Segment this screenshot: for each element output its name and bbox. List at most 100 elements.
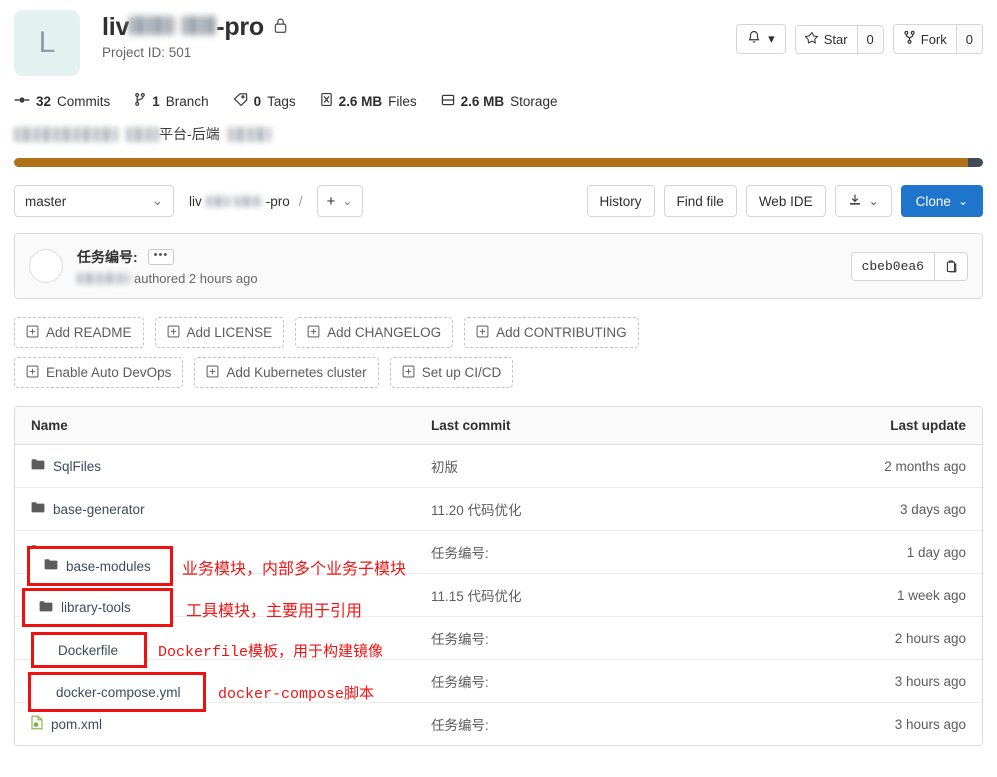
fork-button-group[interactable]: Fork 0 — [892, 24, 983, 54]
add-license-button[interactable]: Add LICENSE — [154, 317, 285, 348]
table-row[interactable]: base-generator 11.20 代码优化 3 days ago — [15, 487, 982, 531]
row-last-update: 1 day ago — [805, 530, 982, 574]
folder-icon — [39, 600, 53, 616]
stat-commits-label: Commits — [57, 93, 111, 109]
plus-icon: + — [326, 192, 336, 210]
row-last-commit: 任务编号: — [415, 702, 805, 745]
stat-files-label: Files — [388, 93, 417, 109]
redacted-project-name-part-1 — [129, 16, 176, 35]
fork-label: Fork — [920, 31, 947, 47]
repo-toolbar: master ⌄ liv -pro / + ⌄ History Find fil… — [0, 167, 997, 217]
history-button[interactable]: History — [586, 185, 655, 217]
annotation-box-base-modules: base-modules — [27, 546, 173, 586]
web-ide-button[interactable]: Web IDE — [745, 185, 826, 217]
row-last-commit: 任务编号: — [415, 659, 805, 703]
annotated-file-name-base-modules: base-modules — [44, 558, 151, 574]
lock-icon — [273, 17, 288, 39]
annotation-box-library-tools: library-tools — [22, 588, 173, 627]
commit-icon — [14, 93, 30, 110]
fork-button[interactable]: Fork — [893, 25, 956, 53]
branch-selector[interactable]: master ⌄ — [14, 185, 174, 217]
redacted-breadcrumb-part-2 — [233, 195, 262, 207]
project-name-suffix: -pro — [216, 13, 264, 41]
files-table-header-row: Name Last commit Last update — [15, 407, 982, 445]
gitlab-project-overview-page: L liv -pro Project ID: 501 ▾ Star 0 Fork… — [0, 0, 997, 777]
add-readme-label: Add README — [46, 325, 132, 340]
set-up-ci-cd-label: Set up CI/CD — [421, 365, 502, 380]
file-name: SqlFiles — [53, 458, 102, 474]
row-last-update: 3 days ago — [805, 487, 982, 531]
row-last-commit: 任务编号: — [415, 616, 805, 660]
plus-square-icon — [307, 325, 320, 341]
add-contributing-button[interactable]: Add CONTRIBUTING — [464, 317, 639, 348]
stat-commits[interactable]: 32 Commits — [14, 93, 110, 110]
row-last-update: 2 months ago — [805, 444, 982, 488]
stat-files: 2.6 MB Files — [320, 92, 417, 110]
enable-auto-devops-button[interactable]: Enable Auto DevOps — [14, 357, 184, 388]
star-button-group[interactable]: Star 0 — [794, 24, 884, 54]
project-avatar-letter: L — [38, 26, 56, 59]
web-ide-button-label: Web IDE — [758, 193, 813, 209]
last-commit-meta: authored 2 hours ago — [77, 271, 258, 286]
annotation-text-docker-compose: docker-compose脚本 — [218, 686, 375, 703]
table-row[interactable]: SqlFiles 初版 2 months ago — [15, 444, 982, 488]
project-description: 平台-后端 — [0, 110, 997, 144]
file-entry-link[interactable]: pom.xml — [31, 715, 102, 733]
stat-storage-value: 2.6 MB — [460, 93, 505, 109]
commit-sha-group[interactable]: cbeb0ea6 — [850, 251, 968, 281]
project-identity: liv -pro Project ID: 501 — [102, 10, 288, 60]
language-segment-java — [14, 158, 969, 167]
plus-square-icon — [26, 365, 39, 381]
row-last-commit: 任务编号: — [415, 530, 805, 574]
row-last-update: 3 hours ago — [805, 702, 982, 745]
breadcrumb-repo-suffix[interactable]: -pro — [266, 194, 290, 209]
file-entry-link[interactable]: SqlFiles — [31, 458, 101, 474]
expand-commit-message-button[interactable]: ••• — [147, 248, 175, 265]
annotation-text-base-modules: 业务模块，内部多个业务子模块 — [182, 561, 407, 578]
xml-file-icon — [31, 715, 43, 733]
language-segment-other — [968, 158, 983, 167]
column-header-last-commit: Last commit — [415, 407, 805, 445]
row-last-update: 3 hours ago — [805, 659, 982, 703]
fork-icon — [903, 30, 916, 48]
stat-tags[interactable]: 0 Tags — [233, 92, 296, 110]
breadcrumb-repo-prefix[interactable]: liv — [189, 194, 202, 209]
add-kubernetes-cluster-label: Add Kubernetes cluster — [226, 365, 367, 380]
find-file-button[interactable]: Find file — [663, 185, 737, 217]
stat-storage: 2.6 MB Storage — [441, 93, 558, 110]
breadcrumb: liv -pro / — [189, 194, 308, 209]
stat-storage-label: Storage — [510, 93, 558, 109]
row-last-commit: 11.15 代码优化 — [415, 573, 805, 617]
redacted-description-part-1 — [14, 126, 118, 142]
chevron-down-icon: ⌄ — [151, 193, 163, 208]
project-description-text: 平台-后端 — [159, 126, 220, 142]
annotation-text-dockerfile: Dockerfile模板，用于构建镜像 — [158, 644, 384, 661]
file-name: base-generator — [53, 501, 145, 517]
add-readme-button[interactable]: Add README — [14, 317, 144, 348]
last-commit-message[interactable]: 任务编号: — [77, 247, 138, 267]
notification-dropdown-button[interactable]: ▾ — [736, 24, 786, 54]
chevron-down-icon: ⌄ — [342, 194, 353, 208]
download-source-button[interactable]: ⌄ — [834, 185, 892, 217]
add-contributing-label: Add CONTRIBUTING — [496, 325, 627, 340]
annotation-box-dockerfile: Dockerfile — [31, 632, 147, 668]
clipboard-icon[interactable] — [934, 252, 967, 280]
add-to-repo-button[interactable]: + ⌄ — [316, 185, 363, 217]
row-last-commit: 初版 — [415, 444, 805, 488]
set-up-ci-cd-button[interactable]: Set up CI/CD — [389, 357, 514, 388]
commit-sha[interactable]: cbeb0ea6 — [852, 253, 934, 280]
file-entry-link[interactable]: base-generator — [31, 501, 145, 517]
breadcrumb-separator: / — [298, 193, 303, 209]
redacted-description-part-2 — [126, 126, 159, 142]
add-changelog-button[interactable]: Add CHANGELOG — [295, 317, 454, 348]
add-kubernetes-cluster-button[interactable]: Add Kubernetes cluster — [194, 357, 379, 388]
project-title-row: liv -pro — [102, 13, 288, 42]
stat-branches-label: Branch — [165, 93, 209, 109]
add-license-label: Add LICENSE — [186, 325, 273, 340]
repo-toolbar-actions: History Find file Web IDE ⌄ Clone ⌄ — [586, 185, 983, 217]
star-button[interactable]: Star — [795, 25, 857, 53]
folder-icon — [44, 558, 58, 574]
stat-branches[interactable]: 1 Branch — [134, 92, 209, 110]
clone-button[interactable]: Clone ⌄ — [900, 185, 983, 217]
history-button-label: History — [599, 193, 642, 209]
